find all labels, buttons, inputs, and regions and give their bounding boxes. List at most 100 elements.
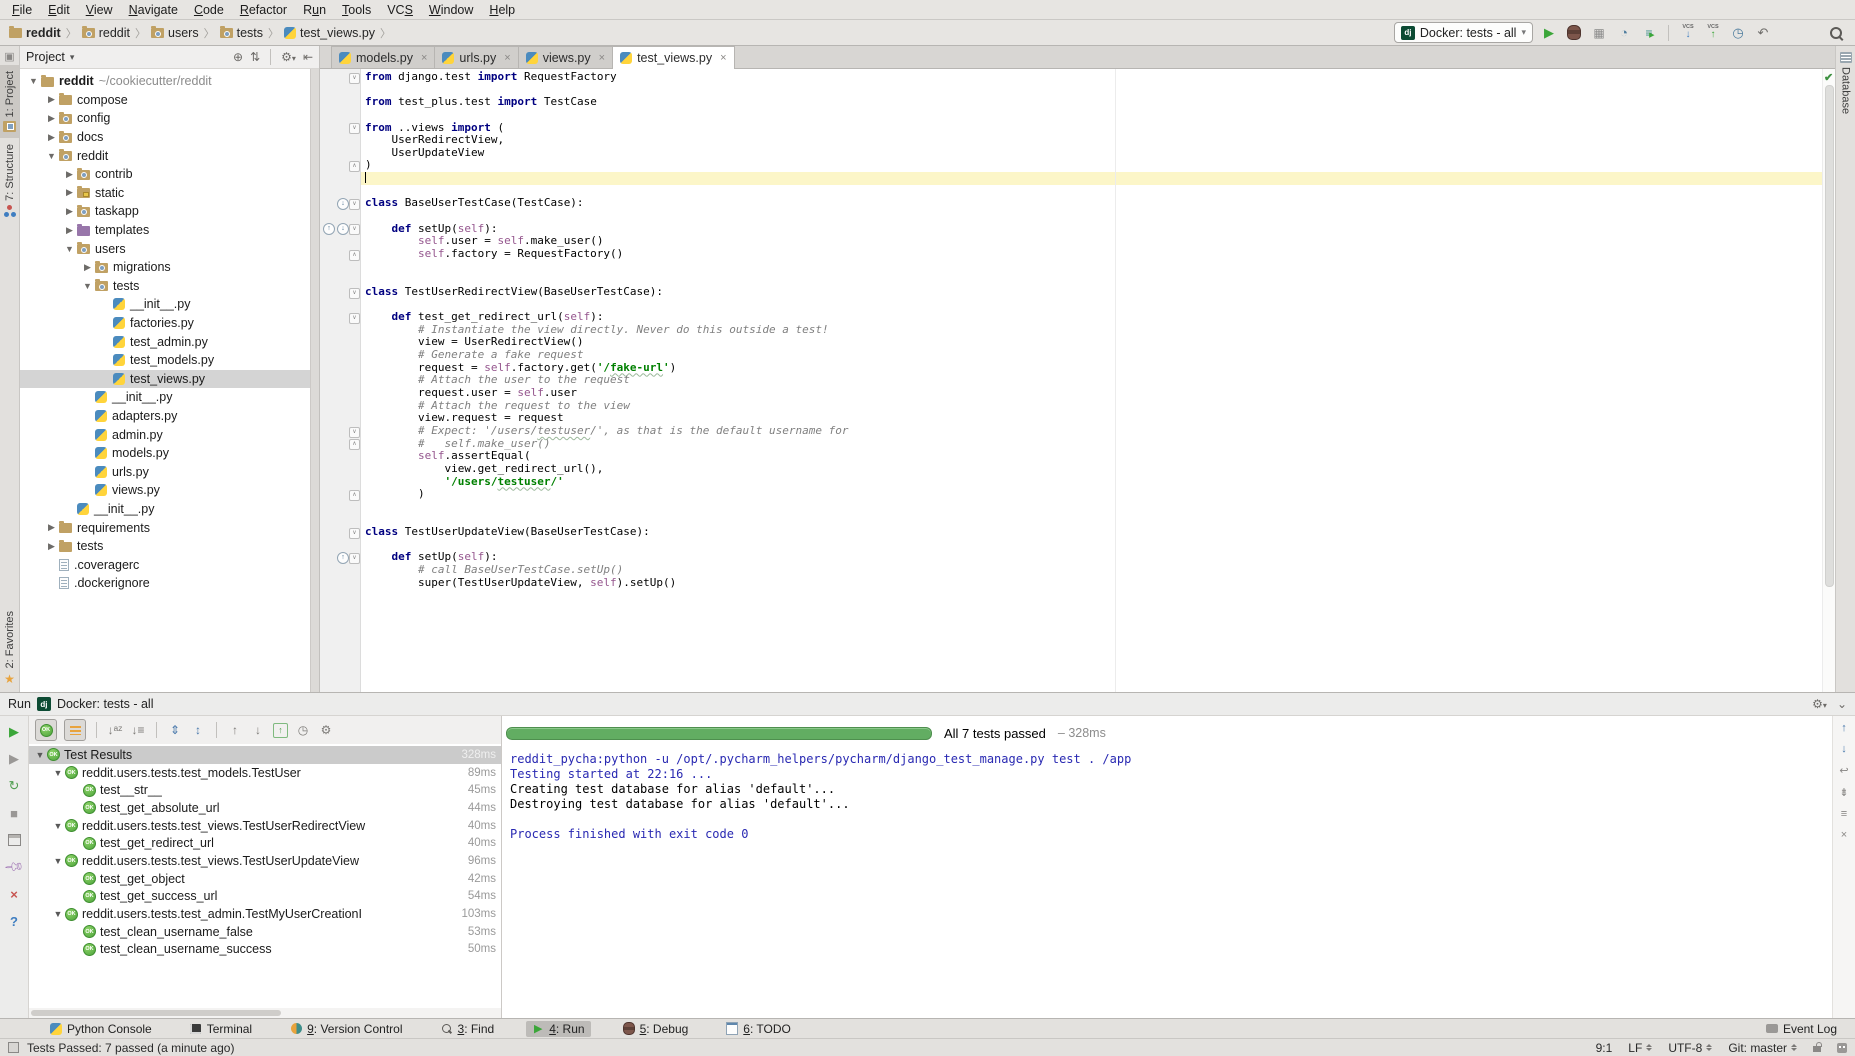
fold-marker-icon[interactable]: ∨ — [349, 528, 360, 539]
tree-item-templates[interactable]: ▶templates — [20, 221, 319, 240]
split-mode-icon[interactable]: ⇅ — [250, 50, 260, 64]
collapse-arrow-icon[interactable]: ▼ — [62, 244, 77, 254]
tree-item-docs[interactable]: ▶docs — [20, 128, 319, 147]
next-failed-icon[interactable]: ↓ — [250, 722, 266, 738]
collapse-arrow-icon[interactable]: ▼ — [33, 750, 47, 760]
menu-refactor[interactable]: Refactor — [232, 3, 295, 17]
tree-item-config[interactable]: ▶config — [20, 109, 319, 128]
status-widget-9-1[interactable]: 9:1 — [1596, 1041, 1613, 1055]
expand-all-icon[interactable]: ⇕ — [167, 722, 183, 738]
expand-arrow-icon[interactable]: ▶ — [62, 169, 77, 180]
resume-icon[interactable]: ▶ — [6, 751, 22, 767]
test-item-reddit.users.tests.test_admin.TestMyUserCreationI[interactable]: ▼OKreddit.users.tests.test_admin.TestMyU… — [29, 905, 501, 923]
status-widget-icon[interactable] — [8, 1042, 19, 1053]
vcs-commit-icon[interactable]: VCS↑ — [1704, 24, 1722, 42]
tree-item-adapters.py[interactable]: adapters.py — [20, 407, 319, 426]
print-icon[interactable]: ≡ — [1841, 808, 1847, 820]
status-message[interactable]: Tests Passed: 7 passed (a minute ago) — [27, 1041, 234, 1055]
expand-arrow-icon[interactable]: ▶ — [62, 225, 77, 236]
collapse-arrow-icon[interactable]: ▼ — [51, 821, 65, 831]
collapse-arrow-icon[interactable]: ▼ — [44, 151, 59, 161]
sort-by-duration-icon[interactable]: ↓≡ — [130, 722, 146, 738]
breadcrumb-users[interactable]: users — [148, 25, 202, 41]
soft-wrap-icon[interactable]: ↩ — [1839, 764, 1848, 777]
tree-item-requirements[interactable]: ▶requirements — [20, 518, 319, 537]
close-icon[interactable]: × — [720, 52, 726, 64]
code-line-9[interactable] — [361, 172, 1822, 185]
test-item-reddit.users.tests.test_views.TestUserRedirectView[interactable]: ▼OKreddit.users.tests.test_views.TestUse… — [29, 817, 501, 835]
export-test-results-icon[interactable]: ↑ — [273, 723, 288, 738]
down-the-stack-trace-icon[interactable]: ↓ — [1841, 743, 1847, 755]
debug-icon[interactable] — [1565, 24, 1583, 42]
vcs-update-icon[interactable]: VCS↓ — [1679, 24, 1697, 42]
show-passed-filter-button[interactable]: OK — [35, 719, 57, 741]
locate-file-icon[interactable]: ⊕ — [233, 50, 243, 64]
close-icon[interactable]: × — [421, 52, 427, 64]
test-history-icon[interactable]: ◷ — [295, 722, 311, 738]
expand-arrow-icon[interactable]: ▶ — [44, 541, 59, 552]
tree-item-test_views.py[interactable]: test_views.py — [20, 370, 319, 389]
expand-arrow-icon[interactable]: ▶ — [44, 132, 59, 143]
run-config-select[interactable]: dj Docker: tests - all ▾ — [1394, 22, 1533, 43]
code-line-18[interactable]: class TestUserRedirectView(BaseUserTestC… — [361, 286, 1822, 299]
fold-marker-icon[interactable]: ∨ — [349, 224, 360, 235]
code-line-1[interactable]: from django.test import RequestFactory — [361, 71, 1822, 84]
editor-tab-test_views.py[interactable]: test_views.py× — [612, 46, 734, 69]
tree-item-reddit[interactable]: ▼reddit — [20, 146, 319, 165]
up-the-stack-trace-icon[interactable]: ↑ — [1841, 722, 1847, 734]
test-item-test_clean_username_success[interactable]: OKtest_clean_username_success50ms — [29, 941, 501, 959]
tool-window-switcher-icon[interactable]: ▣ — [4, 50, 14, 63]
test-item-test_get_object[interactable]: OKtest_get_object42ms — [29, 870, 501, 888]
test-item-test_clean_username_false[interactable]: OKtest_clean_username_false53ms — [29, 923, 501, 941]
show-ignored-filter-button[interactable] — [64, 719, 86, 741]
tree-item-users[interactable]: ▼users — [20, 239, 319, 258]
menu-tools[interactable]: Tools — [334, 3, 379, 17]
expand-arrow-icon[interactable]: ▶ — [44, 94, 59, 105]
gear-icon[interactable]: ⚙▾ — [281, 50, 296, 64]
code-line-27[interactable]: # Attach the request to the view — [361, 400, 1822, 413]
scroll-to-end-icon[interactable]: ⇟ — [1839, 786, 1848, 799]
sort-alphabetically-icon[interactable]: ↓ᵃᶻ — [107, 722, 123, 738]
toolwindow-button-event-log[interactable]: Event Log — [1760, 1021, 1843, 1037]
menu-code[interactable]: Code — [186, 3, 232, 17]
tree-item-tests[interactable]: ▼tests — [20, 277, 319, 296]
status-widget-lf[interactable]: LF — [1628, 1041, 1652, 1055]
expand-arrow-icon[interactable]: ▶ — [62, 206, 77, 217]
code-line-41[interactable]: super(TestUserUpdateView, self).setUp() — [361, 577, 1822, 590]
clear-all-icon[interactable]: × — [1841, 829, 1847, 841]
editor-tab-urls.py[interactable]: urls.py× — [434, 46, 518, 68]
stripe-tab-1-project[interactable]: 1: Project — [0, 65, 19, 138]
hide-panel-icon[interactable]: ⇤ — [303, 50, 313, 64]
toolwindow-button-4-run[interactable]: ▶4: Run — [526, 1021, 590, 1037]
fold-marker-icon[interactable]: ∧ — [349, 250, 360, 261]
breadcrumb-test_views.py[interactable]: test_views.py — [281, 25, 378, 41]
breadcrumb-reddit[interactable]: reddit — [6, 25, 64, 41]
status-widget-git-master[interactable]: Git: master — [1728, 1041, 1797, 1055]
collapse-all-icon[interactable]: ↕ — [190, 722, 206, 738]
code-line-7[interactable]: UserUpdateView — [361, 147, 1822, 160]
run-icon[interactable]: ▶ — [1540, 24, 1558, 42]
hide-panel-icon[interactable]: ⌄ — [1837, 697, 1847, 711]
breadcrumb-tests[interactable]: tests — [217, 25, 266, 41]
menu-file[interactable]: File — [4, 3, 40, 17]
fold-marker-icon[interactable]: ∧ — [349, 439, 360, 450]
breadcrumb-reddit[interactable]: reddit — [79, 25, 133, 41]
fold-marker-icon[interactable]: ∨ — [349, 123, 360, 134]
menu-help[interactable]: Help — [481, 3, 523, 17]
overriding-method-icon[interactable]: ↑ — [337, 552, 349, 564]
fold-marker-icon[interactable]: ∧ — [349, 161, 360, 172]
close-icon[interactable]: × — [599, 52, 605, 64]
help-icon[interactable]: ? — [6, 913, 22, 929]
stripe-tab-database[interactable]: Database — [1836, 46, 1855, 120]
status-widget-utf-8[interactable]: UTF-8 — [1668, 1041, 1712, 1055]
test-item-test_get_redirect_url[interactable]: OKtest_get_redirect_url40ms — [29, 834, 501, 852]
console-output[interactable]: reddit_pycha:python -u /opt/.pycharm_hel… — [502, 746, 1832, 1018]
tree-item-.dockerignore[interactable]: .dockerignore — [20, 574, 319, 593]
pin-tab-icon[interactable]: 📌︎ — [3, 856, 26, 879]
code-line-12[interactable] — [361, 210, 1822, 223]
collapse-arrow-icon[interactable]: ▼ — [26, 76, 41, 86]
close-icon[interactable]: × — [6, 886, 22, 902]
toolwindow-button-9-version-control[interactable]: 9: Version Control — [284, 1021, 408, 1037]
code-line-30[interactable]: # self.make_user() — [361, 438, 1822, 451]
test-item-test__str__[interactable]: OKtest__str__45ms — [29, 781, 501, 799]
